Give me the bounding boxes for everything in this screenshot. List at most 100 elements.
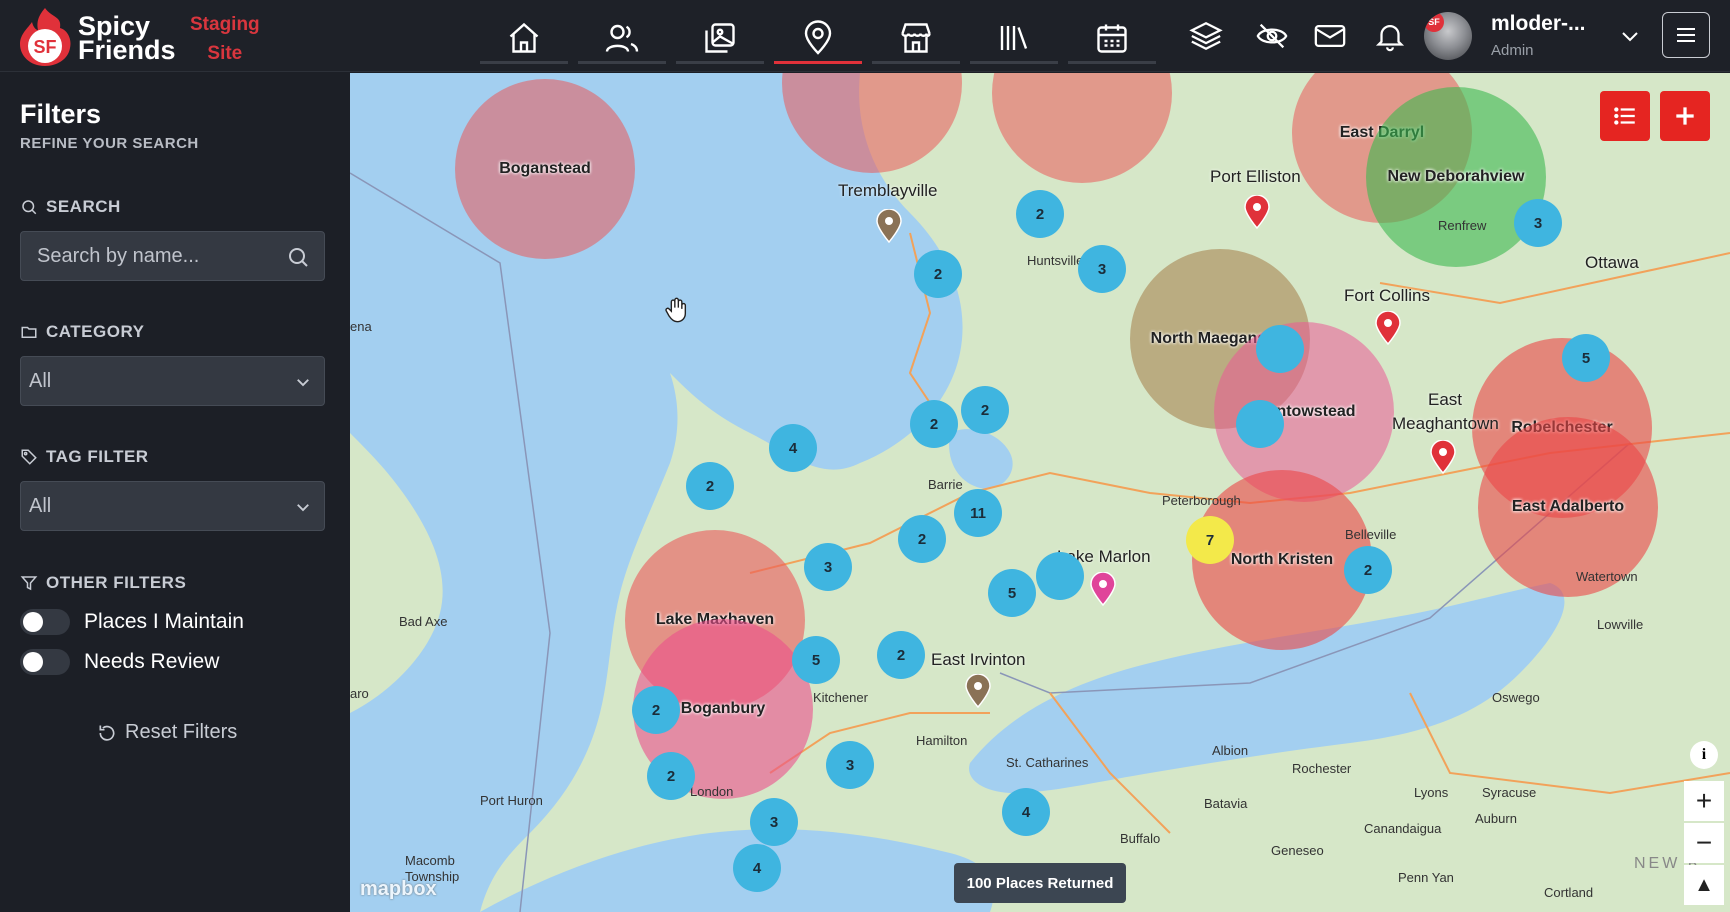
town-kitchener: Kitchener (813, 690, 868, 705)
cluster-marker[interactable]: 2 (1344, 546, 1392, 594)
map-pin-icon[interactable] (1375, 311, 1401, 345)
cluster-marker[interactable]: 4 (1002, 788, 1050, 836)
grab-cursor-icon (662, 295, 690, 325)
town-renfrew: Renfrew (1438, 218, 1487, 233)
brand-name[interactable]: Spicy Friends (78, 13, 176, 64)
cluster-marker[interactable]: 3 (826, 741, 874, 789)
needs-review-toggle-row[interactable]: Needs Review (20, 649, 219, 675)
map-pin-icon[interactable] (1430, 440, 1456, 474)
add-place-button[interactable] (1660, 91, 1710, 141)
category-select[interactable]: All (20, 356, 325, 406)
layers-button[interactable] (1186, 16, 1226, 56)
cluster-marker[interactable] (1236, 400, 1284, 448)
town-buffalo: Buffalo (1120, 831, 1161, 846)
cluster-marker[interactable]: 5 (792, 636, 840, 684)
cluster-marker[interactable]: 3 (1514, 199, 1562, 247)
town-canandaigua: Canandaigua (1364, 821, 1442, 836)
town-albion: Albion (1212, 743, 1249, 758)
users-icon (605, 24, 639, 52)
pin-label-east-irvinton: East Irvinton (931, 650, 1026, 669)
category-label: CATEGORY (20, 322, 144, 342)
cluster-marker[interactable]: 7 (1186, 516, 1234, 564)
nav-users[interactable] (578, 12, 666, 64)
home-icon (509, 22, 539, 53)
visibility-button[interactable] (1252, 16, 1292, 56)
plus-icon (1676, 107, 1694, 125)
user-avatar-badge: SF (1424, 12, 1444, 32)
chevron-down-icon[interactable] (1618, 24, 1642, 48)
reset-filters-button[interactable]: Reset Filters (97, 721, 237, 744)
map-pin-icon[interactable] (965, 674, 991, 708)
search-icon (22, 200, 37, 215)
cluster-marker[interactable]: 2 (1016, 190, 1064, 238)
needs-review-toggle[interactable] (20, 649, 70, 675)
notifications-button[interactable] (1370, 16, 1410, 56)
needs-review-label: Needs Review (84, 650, 220, 673)
filter-icon (20, 576, 38, 591)
nav-home[interactable] (480, 12, 568, 64)
cluster-marker[interactable] (1036, 552, 1084, 600)
region-label: Boganstead (499, 160, 591, 177)
places-i-maintain-toggle[interactable] (20, 609, 70, 635)
cluster-marker[interactable]: 3 (804, 543, 852, 591)
tag-filter-select[interactable]: All (20, 481, 325, 531)
filters-title: Filters (20, 99, 102, 129)
cluster-marker[interactable]: 2 (910, 400, 958, 448)
town-hamilton: Hamilton (916, 733, 968, 748)
town-huntsville: Huntsville (1027, 253, 1084, 268)
staging-line-1: Staging (190, 14, 260, 35)
mail-button[interactable] (1310, 16, 1350, 56)
cluster-marker[interactable]: 11 (954, 489, 1002, 537)
town-belleville: Belleville (1345, 527, 1397, 542)
pin-label-east: East (1428, 390, 1463, 409)
cluster-marker[interactable]: 2 (686, 462, 734, 510)
nav-library[interactable] (970, 12, 1058, 64)
places-i-maintain-toggle-row[interactable]: Places I Maintain (20, 609, 244, 635)
nav-gallery[interactable] (676, 12, 764, 64)
map-pin-icon[interactable] (876, 209, 902, 243)
map-pin-icon[interactable] (1090, 572, 1116, 606)
cluster-marker[interactable]: 5 (1562, 334, 1610, 382)
cluster-marker[interactable]: 3 (1078, 245, 1126, 293)
town-watertown: Watertown (1576, 569, 1638, 584)
hamburger-menu-button[interactable] (1662, 12, 1710, 58)
spicy-friends-logo[interactable]: SF (16, 6, 74, 66)
nav-calendar[interactable] (1068, 12, 1156, 64)
region-boganstead[interactable]: Boganstead (455, 79, 635, 259)
filters-sidebar: Filters REFINE YOUR SEARCH SEARCH Search… (0, 73, 350, 912)
pin-label-port-elliston: Port Elliston (1210, 167, 1301, 186)
reset-filters-label: Reset Filters (125, 721, 238, 743)
cluster-marker[interactable]: 2 (961, 386, 1009, 434)
cluster-marker[interactable]: 2 (877, 631, 925, 679)
search-input[interactable]: Search by name... (20, 231, 325, 281)
compass-button[interactable]: ▲ (1684, 865, 1724, 905)
cluster-marker[interactable]: 2 (647, 752, 695, 800)
region-new-deborahview[interactable]: New Deborahview (1366, 87, 1546, 267)
user-name[interactable]: mloder-... (1491, 12, 1586, 36)
town-ena: ena (350, 319, 372, 334)
cluster-marker[interactable]: 2 (898, 515, 946, 563)
nav-store[interactable] (872, 12, 960, 64)
filters-subtitle: REFINE YOUR SEARCH (20, 135, 199, 152)
cluster-marker[interactable]: 3 (750, 798, 798, 846)
nav-map[interactable] (774, 12, 862, 64)
tag-filter-label: TAG FILTER (20, 447, 149, 467)
cluster-marker[interactable]: 2 (632, 686, 680, 734)
map-pin-icon[interactable] (1244, 195, 1270, 229)
list-view-button[interactable] (1600, 91, 1650, 141)
zoom-in-button[interactable]: + (1684, 781, 1724, 821)
places-returned-badge: 100 Places Returned (954, 863, 1126, 903)
search-icon[interactable] (286, 245, 310, 269)
cluster-marker[interactable] (1256, 325, 1304, 373)
zoom-out-button[interactable]: − (1684, 823, 1724, 863)
cluster-marker[interactable]: 4 (733, 844, 781, 892)
cluster-marker[interactable]: 5 (988, 569, 1036, 617)
chevron-down-icon (297, 504, 309, 512)
user-avatar[interactable]: SF (1424, 12, 1472, 60)
map-view[interactable]: Boganstead East Darryl New Deborahview N… (350, 73, 1730, 912)
mapbox-logo[interactable]: mapbox (360, 878, 437, 901)
tag-icon (21, 449, 37, 465)
cluster-marker[interactable]: 2 (914, 250, 962, 298)
info-icon[interactable]: i (1690, 741, 1718, 769)
cluster-marker[interactable]: 4 (769, 424, 817, 472)
